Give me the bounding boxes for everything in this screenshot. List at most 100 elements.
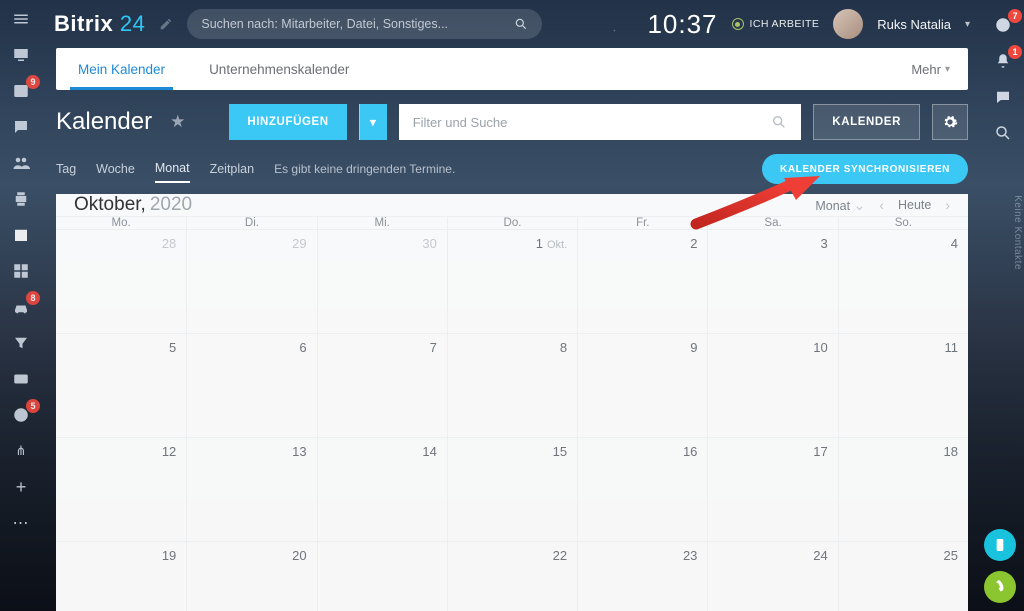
card-icon[interactable]: [10, 368, 32, 390]
no-events-note: Es gibt keine dringenden Termine.: [274, 162, 455, 176]
menu-icon[interactable]: [10, 8, 32, 30]
weekday-label: Di.: [186, 217, 316, 229]
day-cell[interactable]: 4: [838, 230, 968, 334]
tabs-more[interactable]: Mehr▾: [893, 48, 968, 90]
edit-icon[interactable]: [159, 17, 173, 31]
month-name: Oktober,: [74, 194, 146, 216]
day-cell[interactable]: 11: [838, 334, 968, 438]
weekday-header: Mo.Di.Mi.Do.Fr.Sa.So.: [56, 216, 968, 230]
day-cell[interactable]: 6: [186, 334, 316, 438]
day-cell[interactable]: 10: [707, 334, 837, 438]
day-cell[interactable]: 17: [707, 438, 837, 542]
day-cell[interactable]: 19: [56, 542, 186, 611]
day-cell[interactable]: 25: [838, 542, 968, 611]
day-cell[interactable]: 16: [577, 438, 707, 542]
tab-company-calendar[interactable]: Unternehmenskalender: [187, 48, 371, 90]
global-search[interactable]: Suchen nach: Mitarbeiter, Datei, Sonstig…: [187, 9, 542, 39]
settings-button[interactable]: [932, 104, 968, 140]
day-cell[interactable]: 5: [56, 334, 186, 438]
badge: 9: [26, 75, 40, 89]
year: 2020: [150, 194, 192, 216]
right-rail: 7 1: [982, 0, 1024, 611]
calendar-button[interactable]: KALENDER: [813, 104, 920, 140]
side-vertical-label: Keine Kontakte: [1012, 195, 1023, 270]
day-cell[interactable]: 14: [317, 438, 447, 542]
day-cell[interactable]: 21: [317, 542, 447, 611]
check-icon[interactable]: 5: [10, 404, 32, 426]
day-cell[interactable]: 9: [577, 334, 707, 438]
checklist-icon[interactable]: 9: [10, 80, 32, 102]
day-cell[interactable]: 12: [56, 438, 186, 542]
viewmode-selector[interactable]: Monat ⌄: [815, 197, 865, 214]
day-cell[interactable]: 22: [447, 542, 577, 611]
view-month[interactable]: Monat: [155, 155, 190, 183]
car-icon[interactable]: 8: [10, 296, 32, 318]
user-name[interactable]: Ruks Natalia: [877, 17, 951, 32]
group-icon[interactable]: [10, 152, 32, 174]
filter-placeholder: Filter und Suche: [413, 115, 508, 130]
sync-calendar-button[interactable]: KALENDER SYNCHRONISIEREN: [762, 154, 968, 184]
calendar-icon[interactable]: [10, 224, 32, 246]
view-row: Tag Woche Monat Zeitplan Es gibt keine d…: [56, 154, 968, 184]
calendar-grid: 2829301Okt.23456789101112131415161718192…: [56, 230, 968, 611]
day-cell[interactable]: 7: [317, 334, 447, 438]
view-day[interactable]: Tag: [56, 156, 76, 182]
weekday-label: Mi.: [317, 217, 447, 229]
chevron-down-icon[interactable]: ▾: [965, 19, 970, 30]
plus-icon[interactable]: +: [10, 476, 32, 498]
help-icon[interactable]: 7: [992, 14, 1014, 36]
next-button[interactable]: ›: [945, 197, 950, 213]
day-cell[interactable]: 8: [447, 334, 577, 438]
star-icon[interactable]: ★: [170, 112, 185, 132]
search-icon: [514, 17, 528, 31]
section-tabs: Mein Kalender Unternehmenskalender Mehr▾: [56, 48, 968, 90]
filter-icon[interactable]: [10, 332, 32, 354]
add-button[interactable]: HINZUFÜGEN: [229, 104, 346, 140]
search-icon[interactable]: [992, 122, 1014, 144]
day-cell[interactable]: 13: [186, 438, 316, 542]
today-button[interactable]: Heute: [898, 198, 931, 212]
weekday-label: Do.: [447, 217, 577, 229]
avatar[interactable]: [833, 9, 863, 39]
weekday-label: So.: [838, 217, 968, 229]
chat-icon[interactable]: [10, 116, 32, 138]
search-placeholder: Suchen nach: Mitarbeiter, Datei, Sonstig…: [201, 17, 514, 31]
day-cell[interactable]: 24: [707, 542, 837, 611]
add-split-button[interactable]: ▾: [359, 104, 387, 140]
monitor-icon[interactable]: [10, 44, 32, 66]
day-cell[interactable]: 1Okt.: [447, 230, 577, 334]
day-cell[interactable]: 30: [317, 230, 447, 334]
filter-input[interactable]: Filter und Suche: [399, 104, 802, 140]
badge: 8: [26, 291, 40, 305]
left-rail: 9 8 5 ⋔ + ⋯: [0, 0, 42, 611]
day-cell[interactable]: 18: [838, 438, 968, 542]
day-cell[interactable]: 3: [707, 230, 837, 334]
weekday-label: Fr.: [577, 217, 707, 229]
bell-icon[interactable]: 1: [992, 50, 1014, 72]
day-cell[interactable]: 20: [186, 542, 316, 611]
day-cell[interactable]: 2: [577, 230, 707, 334]
grid-icon[interactable]: [10, 260, 32, 282]
view-week[interactable]: Woche: [96, 156, 135, 182]
more-icon[interactable]: ⋯: [10, 512, 32, 534]
view-schedule[interactable]: Zeitplan: [210, 156, 254, 182]
badge: 5: [26, 399, 40, 413]
tree-icon[interactable]: ⋔: [10, 440, 32, 462]
calendar-panel: Oktober, 2020 Monat ⌄ ‹ Heute › Mo.Di.Mi…: [56, 194, 968, 611]
status-dot-icon: [732, 18, 744, 30]
fab-device-icon[interactable]: [984, 529, 1016, 561]
day-cell[interactable]: 23: [577, 542, 707, 611]
day-cell[interactable]: 28: [56, 230, 186, 334]
printer-icon[interactable]: [10, 188, 32, 210]
logo: Bitrix 24: [54, 11, 145, 37]
prev-button[interactable]: ‹: [879, 197, 884, 213]
top-bar: Bitrix 24 Suchen nach: Mitarbeiter, Date…: [42, 0, 982, 48]
tab-my-calendar[interactable]: Mein Kalender: [56, 48, 187, 90]
day-cell[interactable]: 15: [447, 438, 577, 542]
working-status[interactable]: ICH ARBEITE: [732, 18, 820, 30]
day-cell[interactable]: 29: [186, 230, 316, 334]
fab-call-icon[interactable]: [984, 571, 1016, 603]
page-title: Kalender: [56, 108, 152, 136]
message-icon[interactable]: [992, 86, 1014, 108]
calendar-header: Oktober, 2020 Monat ⌄ ‹ Heute ›: [56, 194, 968, 216]
